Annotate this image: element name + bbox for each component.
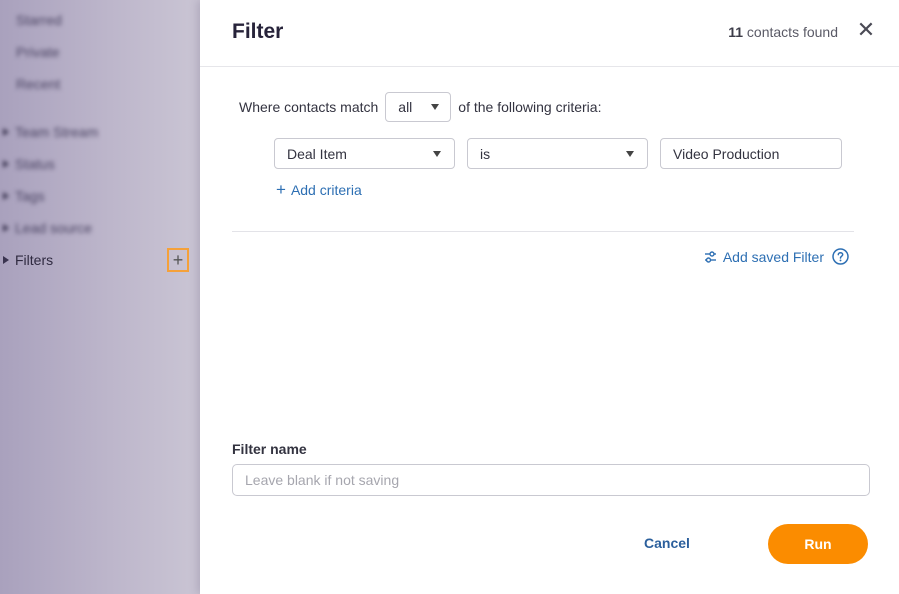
match-suffix-label: of the following criteria:: [458, 99, 602, 115]
contacts-count: 11: [728, 24, 744, 40]
plus-icon: +: [172, 250, 184, 270]
sidebar-item-label: Filters: [15, 252, 54, 268]
criteria-row: Deal Item is: [274, 138, 842, 169]
panel-header: Filter 11 contacts found ✕: [200, 0, 899, 67]
add-saved-filter-label: Add saved Filter: [722, 248, 824, 265]
contacts-found-count: 11 contacts found: [728, 24, 838, 40]
criteria-operator-select[interactable]: is: [467, 138, 648, 169]
chevron-down-icon: [626, 150, 634, 157]
sliders-icon: [704, 250, 716, 263]
sidebar-item-filters[interactable]: Filters: [3, 252, 53, 268]
match-mode-value: all: [398, 99, 413, 115]
add-criteria-link[interactable]: + Add criteria: [276, 181, 362, 198]
sidebar-item-lead-source[interactable]: Lead source: [3, 220, 92, 236]
criteria-value-input[interactable]: [660, 138, 842, 169]
filter-panel: Filter 11 contacts found ✕ Where contact…: [200, 0, 899, 594]
chevron-down-icon: [433, 150, 441, 157]
cancel-button[interactable]: Cancel: [644, 535, 690, 551]
plus-icon: +: [276, 180, 286, 199]
sidebar: Starred Private Recent Team Stream Statu…: [0, 0, 200, 594]
divider: [232, 231, 854, 232]
contacts-suffix: contacts found: [743, 24, 838, 40]
sidebar-item-team-stream[interactable]: Team Stream: [3, 124, 98, 140]
panel-title: Filter: [232, 20, 284, 43]
sidebar-item-status[interactable]: Status: [3, 156, 55, 172]
filter-name-input[interactable]: [232, 464, 870, 496]
run-button[interactable]: Run: [768, 524, 868, 564]
sidebar-item-recent[interactable]: Recent: [16, 76, 60, 92]
add-criteria-label: Add criteria: [290, 181, 362, 198]
filter-name-label: Filter name: [232, 441, 307, 457]
match-prefix-label: Where contacts match: [239, 99, 379, 115]
help-icon[interactable]: [832, 248, 849, 265]
match-mode-select[interactable]: all: [385, 92, 452, 122]
add-filter-button[interactable]: +: [167, 248, 189, 272]
sidebar-item-private[interactable]: Private: [16, 44, 60, 60]
match-row: Where contacts match all of the followin…: [239, 91, 601, 123]
expand-triangle-icon: [3, 256, 9, 264]
criteria-field-value: Deal Item: [287, 145, 347, 162]
chevron-down-icon: [431, 104, 440, 110]
close-icon[interactable]: ✕: [855, 19, 877, 41]
sidebar-item-tags[interactable]: Tags: [3, 188, 45, 204]
criteria-operator-value: is: [480, 145, 491, 162]
criteria-field-select[interactable]: Deal Item: [274, 138, 455, 169]
add-saved-filter-link[interactable]: Add saved Filter: [704, 248, 855, 265]
sidebar-item-starred[interactable]: Starred: [16, 12, 62, 28]
